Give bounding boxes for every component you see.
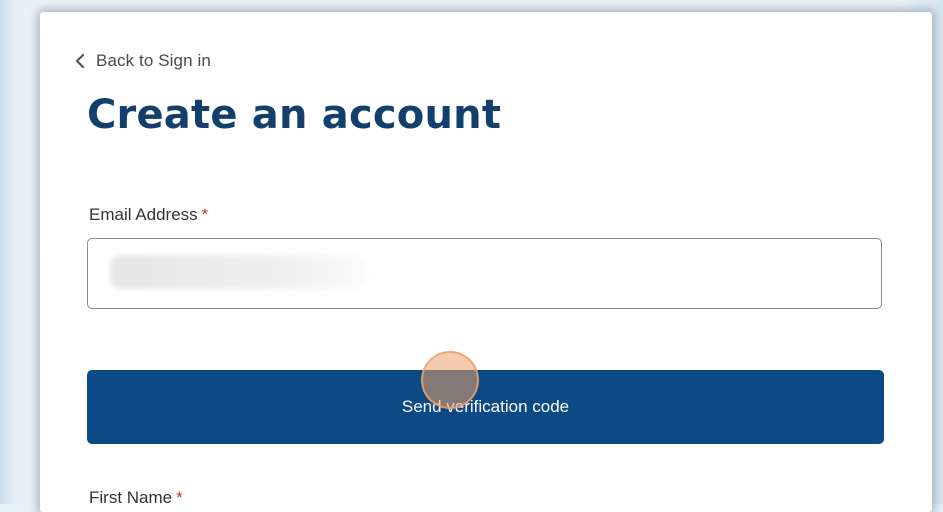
chevron-left-icon <box>75 53 85 69</box>
send-button-label: Send verification code <box>401 397 570 416</box>
required-marker: * <box>176 488 183 507</box>
back-to-sign-in-link[interactable]: Back to Sign in <box>74 51 211 71</box>
page-title: Create an account <box>87 92 502 138</box>
redacted-email-value <box>110 255 366 289</box>
send-verification-code-button[interactable]: Send verification code <box>87 370 884 444</box>
first-name-label: First Name * <box>89 488 183 508</box>
email-input[interactable] <box>87 238 882 309</box>
email-label: Email Address * <box>89 205 208 225</box>
email-label-text: Email Address <box>89 205 198 224</box>
required-marker: * <box>201 205 209 224</box>
back-link-label: Back to Sign in <box>96 51 211 70</box>
first-name-label-text: First Name <box>89 488 173 507</box>
